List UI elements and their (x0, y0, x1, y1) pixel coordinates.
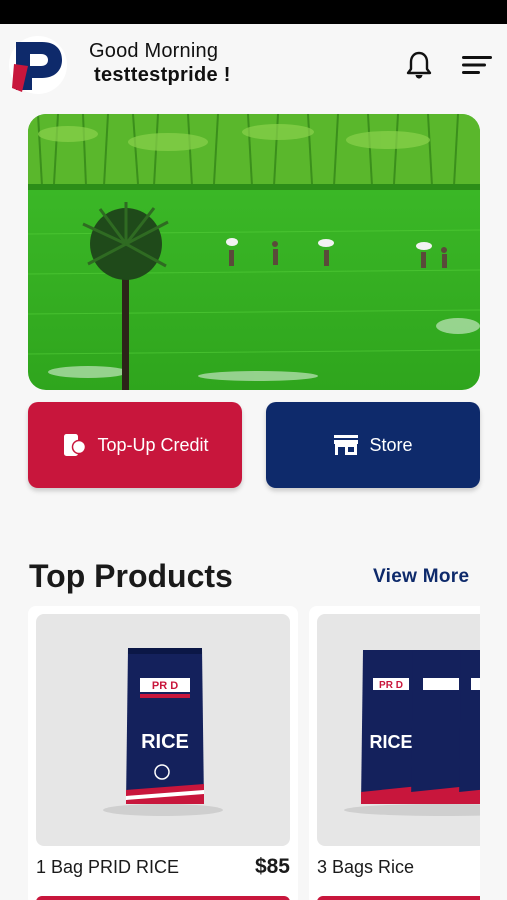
rice-bags-image: PR D RICE (344, 650, 480, 816)
top-products-carousel[interactable]: PR D RICE 1 Bag PRID RICE $85 PR D RICE (28, 606, 480, 900)
top-up-credit-label: Top-Up Credit (97, 434, 209, 455)
top-up-credit-button[interactable]: Top-Up Credit (28, 402, 242, 488)
product-image: PR D RICE (36, 614, 290, 846)
app-header: Good Morning testtestpride ! (0, 24, 507, 110)
rice-bag-image: PR D RICE (103, 648, 223, 816)
bell-icon[interactable] (405, 50, 433, 80)
pride-logo-icon (9, 36, 67, 94)
bag-brand-text: PR D (152, 680, 178, 692)
bag-label-text: RICE (369, 732, 412, 752)
greeting-text: Good Morning (89, 40, 219, 62)
storefront-icon (334, 435, 359, 455)
wallet-phone-icon (64, 434, 87, 456)
bag-brand-text: PR D (379, 680, 403, 691)
rice-field-image (28, 114, 480, 390)
product-price: $85 (254, 855, 290, 878)
top-products-title: Top Products (29, 558, 233, 594)
promo-banner[interactable] (28, 114, 480, 390)
add-to-cart-button[interactable] (317, 896, 480, 900)
bag-label-text: RICE (141, 731, 189, 753)
menu-icon[interactable] (460, 52, 494, 78)
product-card[interactable]: PR D RICE 1 Bag PRID RICE $85 (28, 606, 298, 900)
product-name: 1 Bag PRID RICE (36, 857, 180, 877)
product-image: PR D RICE (317, 614, 480, 846)
view-more-link[interactable]: View More (373, 566, 469, 588)
username-text: testtestpride ! (94, 64, 231, 86)
product-name: 3 Bags Rice (317, 857, 415, 877)
product-card[interactable]: PR D RICE 3 Bags Rice (309, 606, 480, 900)
status-bar (0, 0, 507, 24)
store-label: Store (369, 434, 413, 455)
add-to-cart-button[interactable] (36, 896, 290, 900)
store-button[interactable]: Store (266, 402, 480, 488)
